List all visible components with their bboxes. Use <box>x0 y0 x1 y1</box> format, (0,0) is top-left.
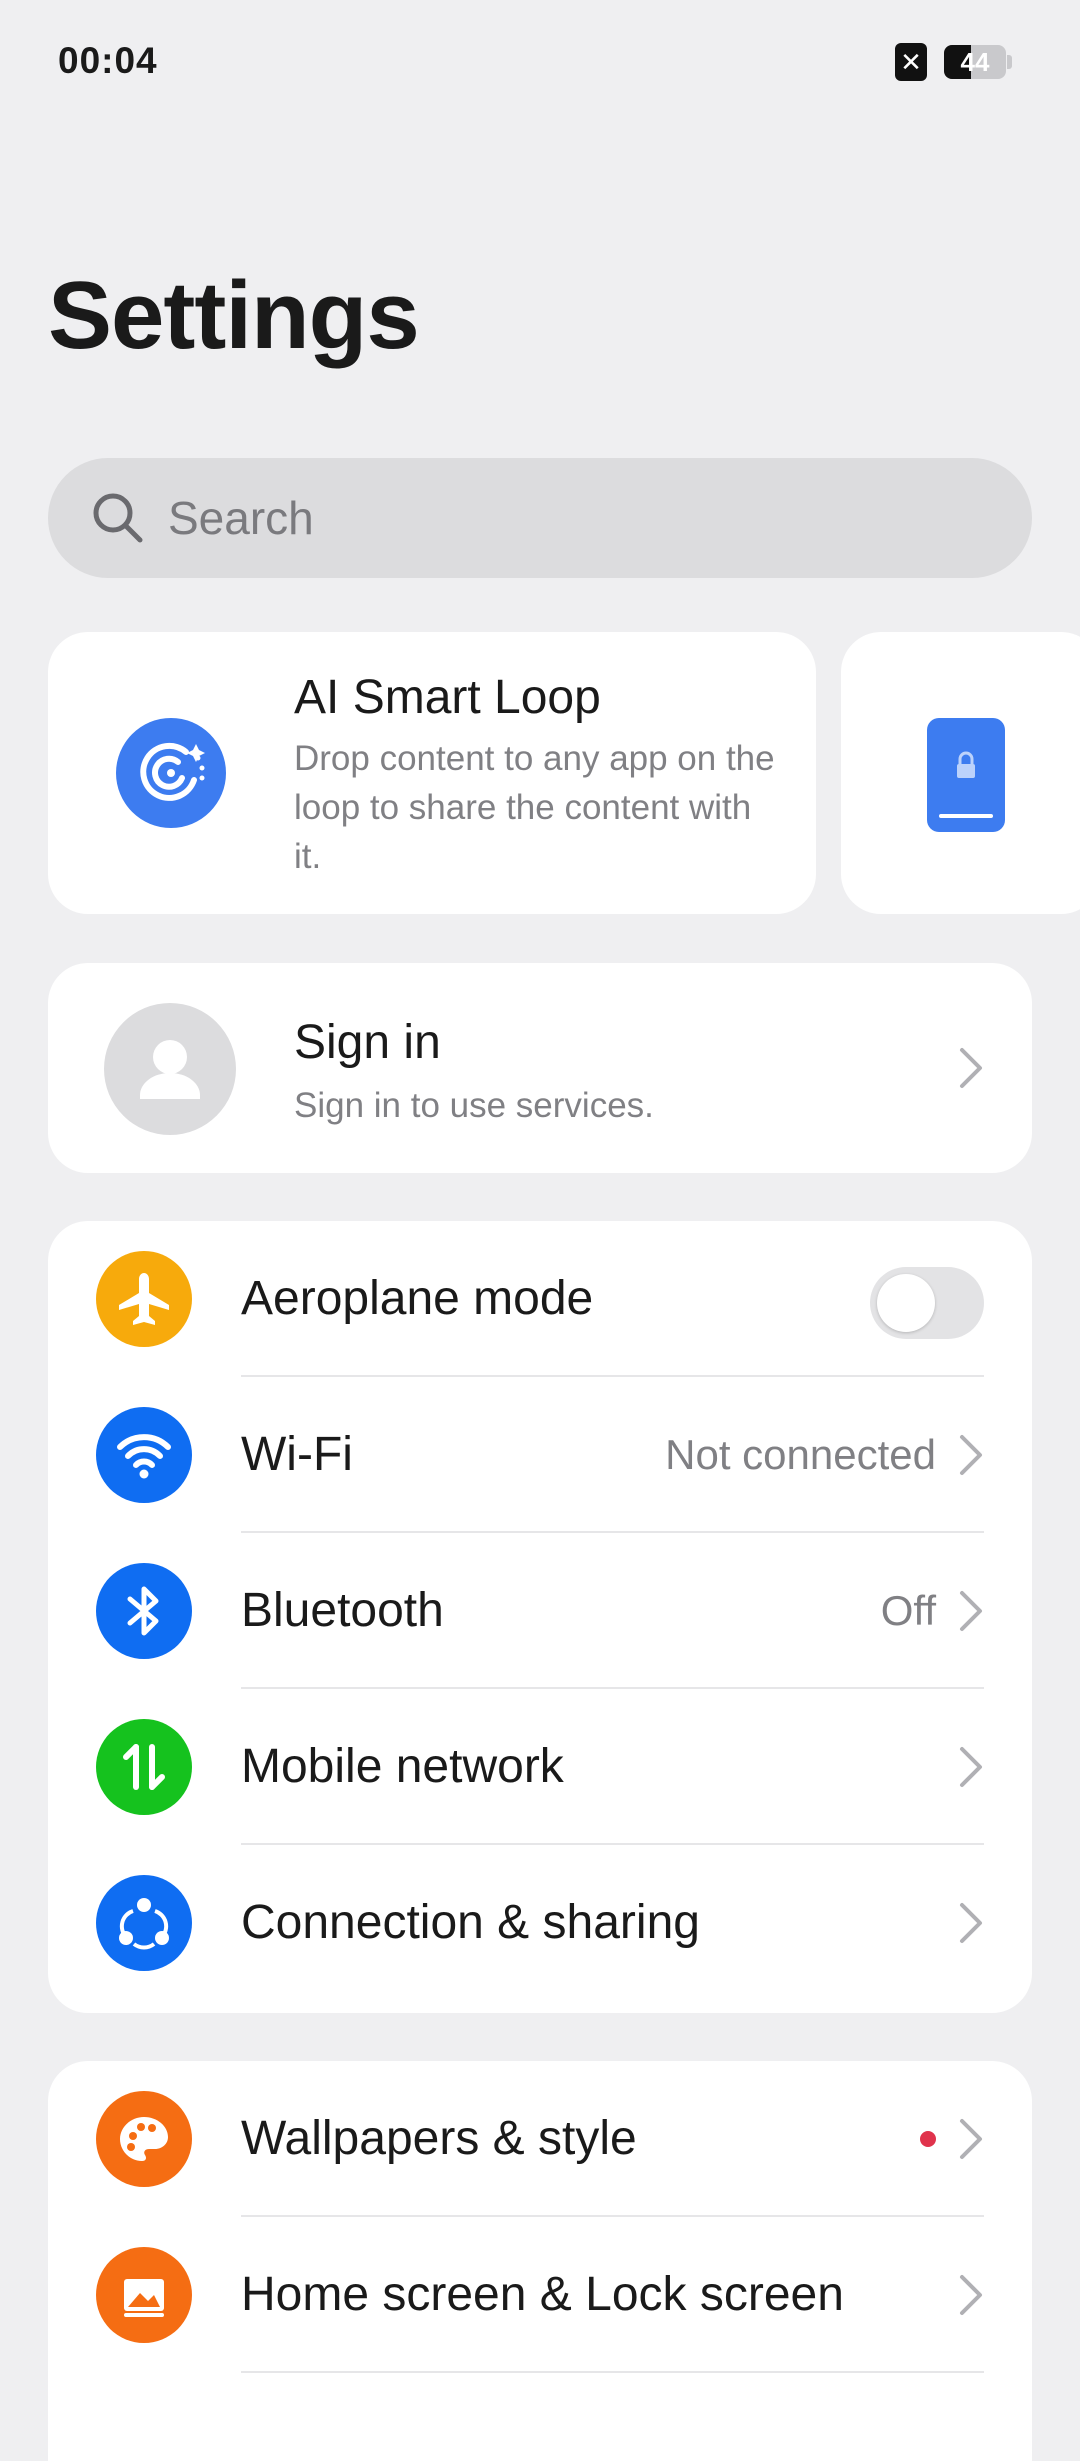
toggle-knob <box>877 1274 935 1332</box>
lock-phone-icon <box>927 718 1005 832</box>
battery-tip <box>1007 55 1012 69</box>
share-icon <box>96 1875 192 1971</box>
chevron-right-icon <box>960 2275 982 2315</box>
personalization-group: Wallpapers & style Home screen & Lock sc… <box>48 2061 1032 2461</box>
chevron-right-icon <box>960 1903 982 1943</box>
notification-dot <box>920 2131 936 2147</box>
wifi-icon <box>96 1407 192 1503</box>
page-title: Settings <box>48 262 420 369</box>
bluetooth-status: Off <box>880 1587 936 1634</box>
search-icon <box>93 493 143 543</box>
ai-smart-loop-card[interactable]: AI Smart Loop Drop content to any app on… <box>48 632 816 914</box>
sign-in-title: Sign in <box>294 1016 441 1069</box>
connectivity-group: Aeroplane mode Wi-Fi Not connected Bluet… <box>48 1221 1032 2013</box>
no-sim-icon: ✕ <box>895 43 927 81</box>
home-lock-screen-label: Home screen & Lock screen <box>241 2268 844 2321</box>
wifi-status: Not connected <box>665 1431 936 1478</box>
search-input[interactable] <box>168 458 988 578</box>
status-time: 00:04 <box>58 40 158 81</box>
wallpapers-style-label: Wallpapers & style <box>241 2112 637 2165</box>
home-screen-icon <box>96 2247 192 2343</box>
palette-icon <box>96 2091 192 2187</box>
bluetooth-icon <box>96 1563 192 1659</box>
connection-sharing-label: Connection & sharing <box>241 1896 700 1949</box>
row-connection-sharing[interactable]: Connection & sharing <box>48 1845 1032 2001</box>
avatar-icon <box>104 1003 236 1135</box>
chevron-right-icon <box>960 2119 982 2159</box>
row-wallpapers-style[interactable]: Wallpapers & style <box>48 2061 1032 2217</box>
divider <box>241 2371 984 2373</box>
airplane-icon <box>96 1251 192 1347</box>
row-mobile-network[interactable]: Mobile network <box>48 1689 1032 1845</box>
battery-level: 44 <box>960 47 990 77</box>
lock-screen-promo-card[interactable] <box>841 632 1080 914</box>
chevron-right-icon <box>960 1435 982 1475</box>
smart-loop-icon <box>116 718 226 828</box>
row-bluetooth[interactable]: Bluetooth Off <box>48 1533 1032 1689</box>
chevron-right-icon <box>960 1048 982 1088</box>
aeroplane-mode-toggle[interactable] <box>870 1267 984 1339</box>
row-aeroplane-mode[interactable]: Aeroplane mode <box>48 1221 1032 1377</box>
row-wifi[interactable]: Wi-Fi Not connected <box>48 1377 1032 1533</box>
wifi-label: Wi-Fi <box>241 1428 353 1481</box>
promo-description: Drop content to any app on the loop to s… <box>294 739 775 876</box>
bluetooth-label: Bluetooth <box>241 1584 444 1637</box>
chevron-right-icon <box>960 1591 982 1631</box>
sign-in-card[interactable]: Sign in Sign in to use services. <box>48 963 1032 1173</box>
mobile-data-icon <box>96 1719 192 1815</box>
search-bar[interactable] <box>48 458 1032 578</box>
promo-title: AI Smart Loop <box>294 671 601 724</box>
chevron-right-icon <box>960 1747 982 1787</box>
status-bar: 00:04 ✕ 44 <box>0 0 1080 120</box>
row-home-lock-screen[interactable]: Home screen & Lock screen <box>48 2217 1032 2373</box>
aeroplane-mode-label: Aeroplane mode <box>241 1272 594 1325</box>
battery-icon: 44 <box>944 45 1006 79</box>
mobile-network-label: Mobile network <box>241 1740 564 1793</box>
sign-in-subtitle: Sign in to use services. <box>294 1086 654 1125</box>
